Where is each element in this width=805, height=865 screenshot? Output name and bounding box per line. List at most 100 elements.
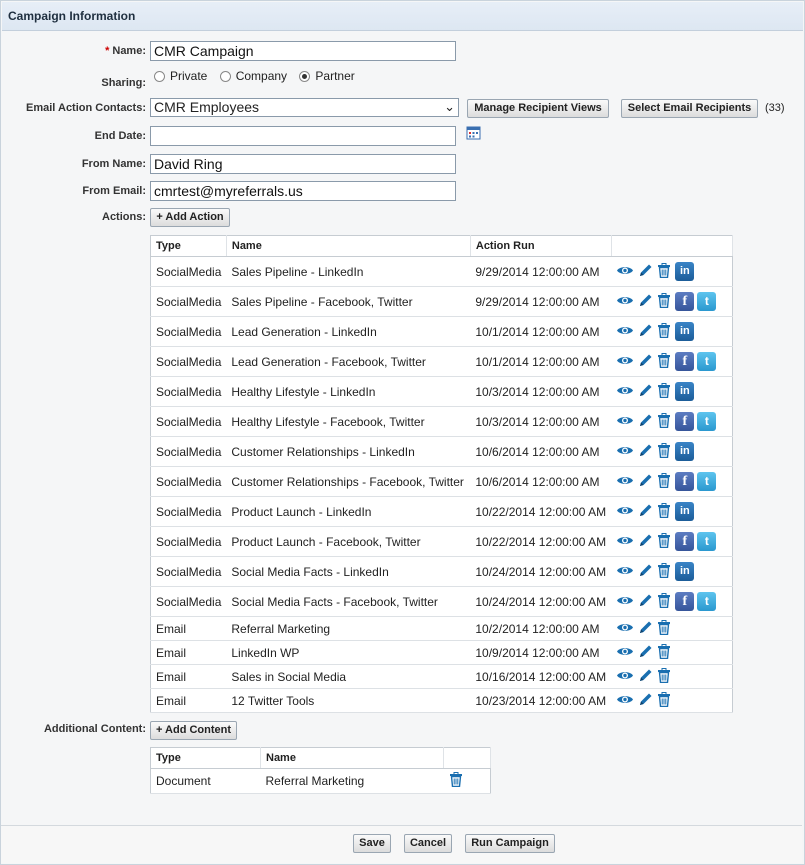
- manage-recipient-views-button[interactable]: Manage Recipient Views: [467, 99, 609, 118]
- pencil-icon[interactable]: [638, 323, 653, 341]
- eye-icon[interactable]: [616, 693, 634, 709]
- type-cell: SocialMedia: [150, 556, 227, 587]
- eye-icon[interactable]: [616, 504, 634, 520]
- facebook-icon[interactable]: f: [675, 472, 695, 491]
- sharing-option-private[interactable]: Private: [154, 69, 207, 83]
- table-row: SocialMedia Healthy Lifestyle - LinkedIn 1…: [150, 376, 733, 407]
- twitter-icon[interactable]: t: [697, 412, 717, 431]
- trash-icon[interactable]: [657, 352, 671, 371]
- eye-icon[interactable]: [616, 414, 634, 430]
- sharing-option-partner[interactable]: Partner: [299, 69, 355, 83]
- content-column-name: Name: [260, 747, 444, 769]
- type-cell: Email: [150, 616, 227, 641]
- twitter-icon[interactable]: t: [697, 472, 717, 491]
- column-header-action-run: Action Run: [470, 235, 612, 257]
- trash-icon[interactable]: [657, 262, 671, 281]
- add-action-button[interactable]: + Add Action: [150, 208, 230, 227]
- linkedin-icon[interactable]: in: [675, 442, 695, 461]
- trash-icon[interactable]: [657, 562, 671, 581]
- trash-icon[interactable]: [657, 691, 671, 710]
- eye-icon[interactable]: [616, 354, 634, 370]
- pencil-icon[interactable]: [638, 263, 653, 281]
- trash-icon[interactable]: [657, 532, 671, 551]
- run-campaign-button[interactable]: Run Campaign: [465, 834, 555, 853]
- pencil-icon[interactable]: [638, 503, 653, 521]
- trash-icon[interactable]: [657, 619, 671, 638]
- pencil-icon[interactable]: [638, 620, 653, 638]
- pencil-icon[interactable]: [638, 563, 653, 581]
- pencil-icon[interactable]: [638, 533, 653, 551]
- pencil-icon[interactable]: [638, 353, 653, 371]
- eye-icon[interactable]: [616, 324, 634, 340]
- trash-icon[interactable]: [657, 643, 671, 662]
- pencil-icon[interactable]: [638, 644, 653, 662]
- eye-icon[interactable]: [616, 384, 634, 400]
- facebook-icon[interactable]: f: [675, 352, 695, 371]
- trash-icon[interactable]: [657, 442, 671, 461]
- action-run-cell: 10/23/2014 12:00:00 AM: [470, 688, 612, 713]
- eye-icon[interactable]: [616, 669, 634, 685]
- facebook-icon[interactable]: f: [675, 532, 695, 551]
- name-input[interactable]: CMR Campaign: [150, 41, 456, 61]
- pencil-icon[interactable]: [638, 443, 653, 461]
- eye-icon[interactable]: [616, 294, 634, 310]
- contacts-select[interactable]: CMR Employees ⌄: [150, 98, 459, 117]
- pencil-icon[interactable]: [638, 293, 653, 311]
- linkedin-icon[interactable]: in: [675, 262, 695, 281]
- type-cell: SocialMedia: [150, 286, 227, 317]
- facebook-icon[interactable]: f: [675, 412, 695, 431]
- from-name-input[interactable]: David Ring: [150, 154, 456, 174]
- twitter-icon[interactable]: t: [697, 292, 717, 311]
- twitter-icon[interactable]: t: [697, 592, 717, 611]
- trash-icon[interactable]: [657, 472, 671, 491]
- select-email-recipients-button[interactable]: Select Email Recipients: [621, 99, 758, 118]
- from-email-input[interactable]: cmrtest@myreferrals.us: [150, 181, 456, 201]
- radio-private[interactable]: [154, 71, 165, 82]
- trash-icon[interactable]: [657, 502, 671, 521]
- trash-icon[interactable]: [657, 322, 671, 341]
- calendar-icon[interactable]: [466, 125, 481, 143]
- linkedin-icon[interactable]: in: [675, 562, 695, 581]
- trash-icon[interactable]: [657, 292, 671, 311]
- pencil-icon[interactable]: [638, 692, 653, 710]
- end-date-input[interactable]: [150, 126, 456, 146]
- eye-icon[interactable]: [616, 645, 634, 661]
- eye-icon[interactable]: [616, 564, 634, 580]
- eye-icon[interactable]: [616, 264, 634, 280]
- trash-icon[interactable]: [657, 382, 671, 401]
- linkedin-icon[interactable]: in: [675, 502, 695, 521]
- actions-label: Actions:: [102, 211, 146, 223]
- twitter-icon[interactable]: t: [697, 532, 717, 551]
- eye-icon[interactable]: [616, 474, 634, 490]
- content-name-cell: Referral Marketing: [260, 768, 444, 794]
- trash-icon[interactable]: [657, 667, 671, 686]
- linkedin-icon[interactable]: in: [675, 322, 695, 341]
- eye-icon[interactable]: [616, 621, 634, 637]
- radio-partner[interactable]: [299, 71, 311, 82]
- linkedin-icon[interactable]: in: [675, 382, 695, 401]
- radio-company[interactable]: [219, 71, 231, 82]
- type-cell: Email: [150, 640, 227, 665]
- recipient-count: (33): [765, 102, 785, 114]
- tools-cell: ft: [611, 466, 733, 497]
- cancel-button[interactable]: Cancel: [404, 834, 452, 853]
- save-button[interactable]: Save: [353, 834, 391, 853]
- pencil-icon[interactable]: [638, 473, 653, 491]
- facebook-icon[interactable]: f: [675, 592, 695, 611]
- sharing-option-company[interactable]: Company: [219, 69, 287, 83]
- trash-icon[interactable]: [657, 592, 671, 611]
- facebook-icon[interactable]: f: [675, 292, 695, 311]
- eye-icon[interactable]: [616, 444, 634, 460]
- trash-icon[interactable]: [449, 772, 463, 790]
- content-type-cell: Document: [150, 768, 261, 794]
- twitter-icon[interactable]: t: [697, 352, 717, 371]
- eye-icon[interactable]: [616, 594, 634, 610]
- eye-icon[interactable]: [616, 534, 634, 550]
- action-run-cell: 10/22/2014 12:00:00 AM: [470, 496, 612, 527]
- trash-icon[interactable]: [657, 412, 671, 431]
- pencil-icon[interactable]: [638, 668, 653, 686]
- add-content-button[interactable]: + Add Content: [150, 721, 237, 740]
- pencil-icon[interactable]: [638, 383, 653, 401]
- pencil-icon[interactable]: [638, 593, 653, 611]
- pencil-icon[interactable]: [638, 413, 653, 431]
